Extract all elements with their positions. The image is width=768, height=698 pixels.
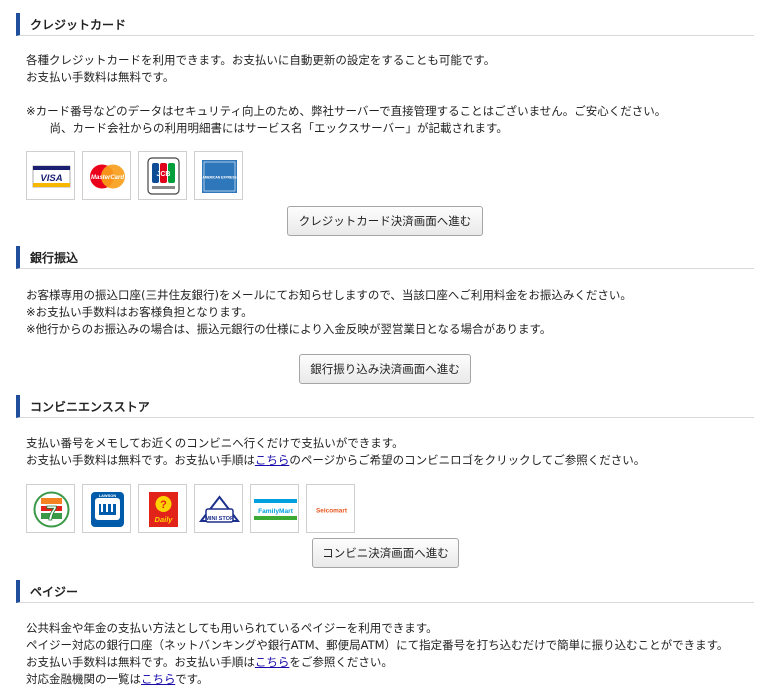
mastercard-logo: MasterCard	[82, 151, 131, 200]
ministop-logo: MINI STOP	[194, 484, 243, 533]
payeasy-line-3: お支払い手数料は無料です。お支払い手順はこちらをご参照ください。	[26, 654, 728, 671]
convenience-section-heading: コンビニエンスストア	[16, 395, 754, 418]
payeasy-procedure-link[interactable]: こちら	[255, 655, 290, 669]
convenience-line-2-after: のページからご希望のコンビニロゴをクリックしてご参照ください。	[289, 453, 646, 467]
payeasy-line-2: ペイジー対応の銀行口座（ネットバンキングや銀行ATM、郵便局ATM）にて指定番号…	[26, 638, 729, 652]
payeasy-section-title: ペイジー	[30, 585, 79, 599]
credit-section-title: クレジットカード	[30, 18, 127, 32]
credit-notes: ※カード番号などのデータはセキュリティ向上のため、弊社サーバーで直接管理すること…	[26, 103, 666, 137]
payeasy-line-3-after: をご参照ください。	[289, 655, 393, 669]
credit-card-payment-button[interactable]: クレジットカード決済画面へ進む	[287, 206, 483, 236]
payeasy-institutions-link[interactable]: こちら	[141, 672, 175, 686]
daily-yamazaki-logo: ? Daily	[138, 484, 187, 533]
credit-card-logos: VISA MasterCard JCB AMERICAN EXPRESS	[26, 151, 243, 200]
credit-line-1: 各種クレジットカードを利用できます。お支払いに自動更新の設定をすることも可能です…	[26, 53, 496, 67]
credit-description: 各種クレジットカードを利用できます。お支払いに自動更新の設定をすることも可能です…	[26, 52, 495, 86]
payeasy-line-4-before: 対応金融機関の一覧は	[26, 672, 141, 686]
bank-line-2: ※お支払い手数料はお客様負担となります。	[26, 305, 253, 319]
lawson-logo: LAWSON	[82, 484, 131, 533]
jcb-logo-text: JCB	[156, 171, 170, 178]
familymart-logo: FamilyMart	[250, 484, 299, 533]
visa-logo-text: VISA	[40, 173, 62, 184]
payeasy-line-4-after: です。	[175, 672, 209, 686]
convenience-procedure-link[interactable]: こちら	[255, 453, 290, 467]
amex-logo: AMERICAN EXPRESS	[194, 151, 243, 200]
credit-section-heading: クレジットカード	[16, 13, 754, 36]
credit-note-2: 尚、カード会社からの利用明細書にはサービス名「エックスサーバー」が記載されます。	[38, 121, 508, 135]
convenience-line-2-before: お支払い手数料は無料です。お支払い手順は	[26, 453, 255, 467]
payeasy-section-heading: ペイジー	[16, 580, 754, 603]
bank-section-heading: 銀行振込	[16, 246, 754, 269]
amex-logo-text: AMERICAN EXPRESS	[202, 176, 237, 180]
seven-eleven-logo-text: 7	[46, 503, 57, 525]
bank-transfer-payment-button[interactable]: 銀行振り込み決済画面へ進む	[299, 354, 471, 384]
bank-description: お客様専用の振込口座(三井住友銀行)をメールにてお知らせしますので、当該口座へご…	[26, 287, 632, 338]
seicomart-logo: Seicomart	[306, 484, 355, 533]
convenience-line-1: 支払い番号をメモしてお近くのコンビニへ行くだけで支払いができます。	[26, 436, 404, 450]
bank-line-3: ※他行からのお振込みの場合は、振込元銀行の仕様により入金反映が翌営業日となる場合…	[26, 322, 552, 336]
seven-eleven-logo: 7	[26, 484, 75, 533]
visa-logo: VISA	[26, 151, 75, 200]
payeasy-line-3-before: お支払い手数料は無料です。お支払い手順は	[26, 655, 255, 669]
lawson-logo-text: LAWSON	[99, 493, 117, 498]
payeasy-line-4: 対応金融機関の一覧はこちらです。	[26, 671, 728, 688]
payeasy-line-1: 公共料金や年金の支払い方法としても用いられているペイジーを利用できます。	[26, 621, 438, 635]
ministop-logo-text: MINI STOP	[205, 516, 234, 522]
credit-note-1: ※カード番号などのデータはセキュリティ向上のため、弊社サーバーで直接管理すること…	[26, 104, 667, 118]
seicomart-logo-text: Seicomart	[316, 508, 348, 515]
bank-section-title: 銀行振込	[30, 251, 79, 265]
convenience-line-2: お支払い手数料は無料です。お支払い手順はこちらのページからご希望のコンビニロゴを…	[26, 452, 645, 469]
daily-logo-text: Daily	[155, 515, 174, 524]
jcb-logo: JCB	[138, 151, 187, 200]
payeasy-description: 公共料金や年金の支払い方法としても用いられているペイジーを利用できます。 ペイジ…	[26, 620, 728, 688]
convenience-payment-button[interactable]: コンビニ決済画面へ進む	[312, 538, 459, 568]
convenience-store-logos: 7 LAWSON ? Daily MINI STOP FamilyMart Se…	[26, 484, 355, 533]
bank-line-1: お客様専用の振込口座(三井住友銀行)をメールにてお知らせしますので、当該口座へご…	[26, 288, 632, 302]
convenience-section-title: コンビニエンスストア	[30, 400, 150, 414]
familymart-logo-text: FamilyMart	[258, 508, 294, 515]
convenience-description: 支払い番号をメモしてお近くのコンビニへ行くだけで支払いができます。 お支払い手数…	[26, 435, 645, 469]
svg-text:?: ?	[160, 499, 167, 511]
mastercard-logo-text: MasterCard	[91, 175, 124, 181]
credit-line-2: お支払い手数料は無料です。	[26, 70, 175, 84]
